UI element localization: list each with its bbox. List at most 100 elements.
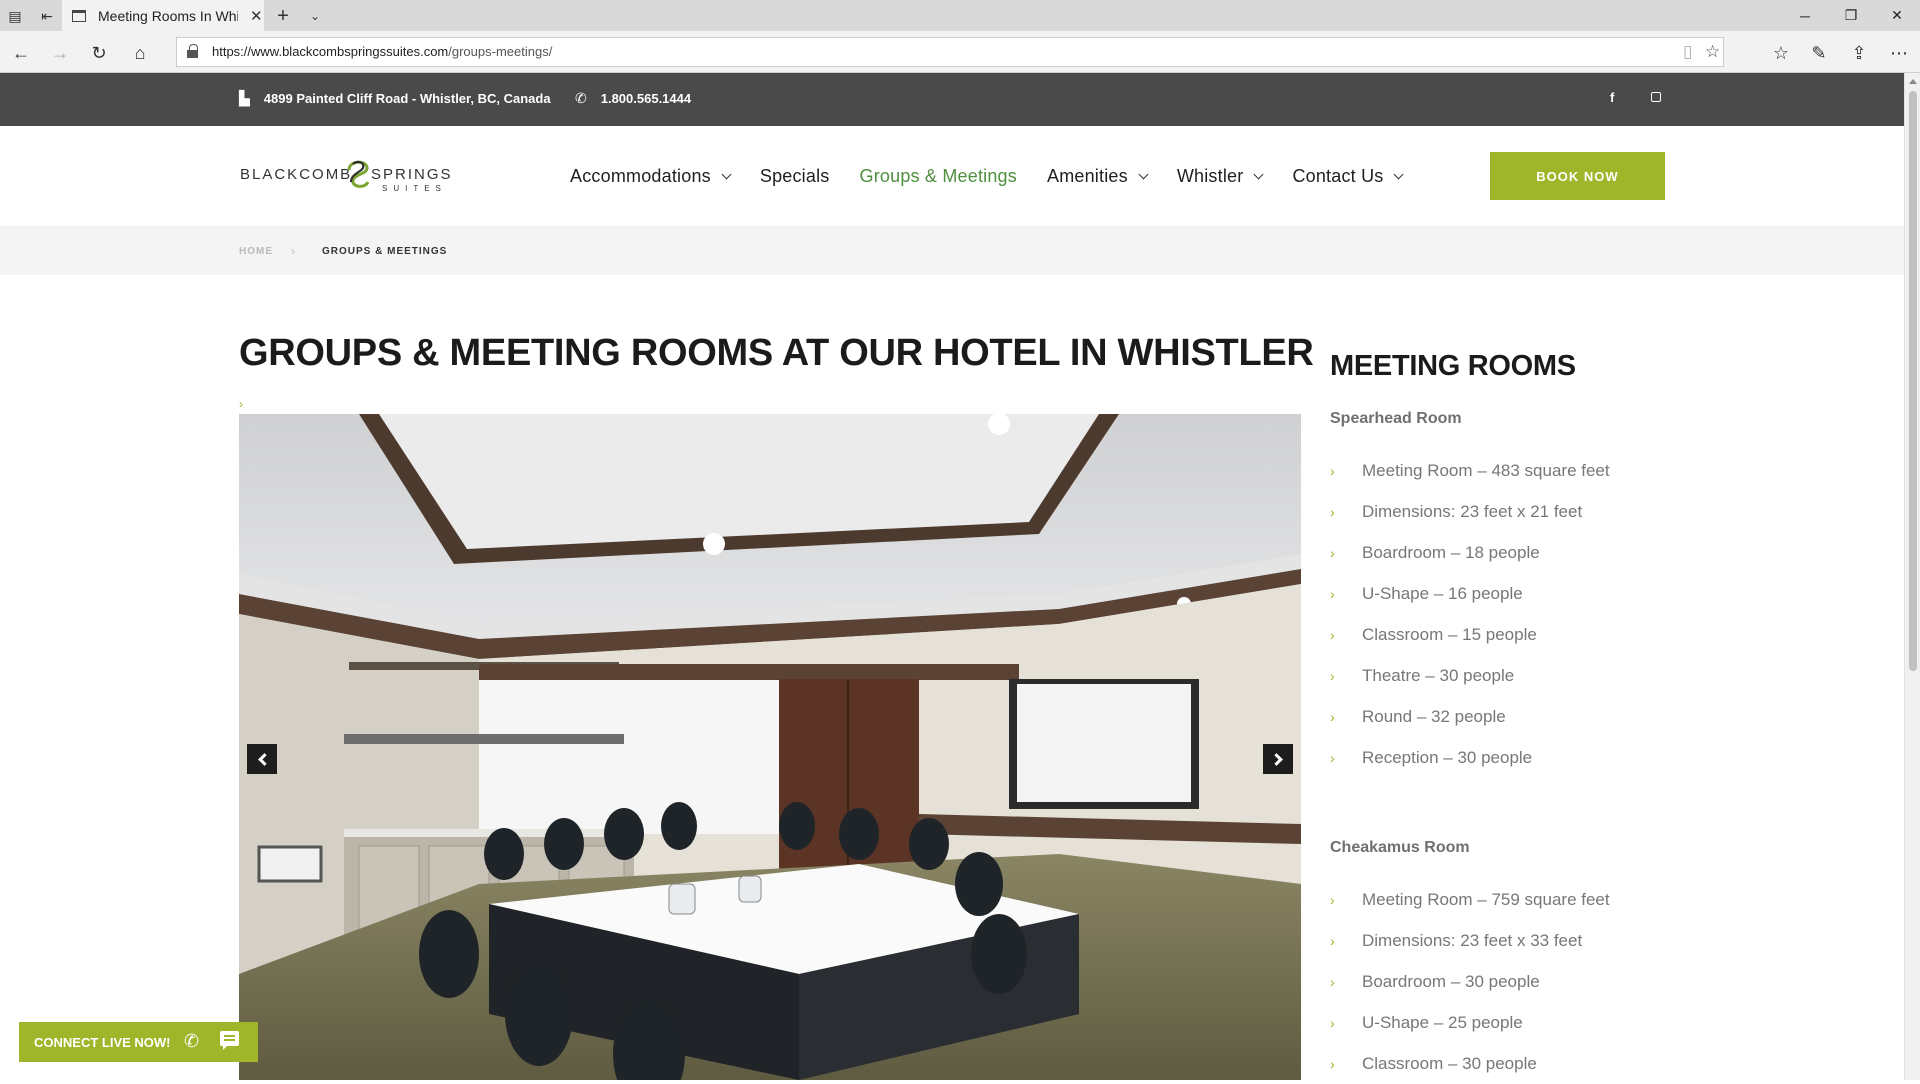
chevron-right-icon: ›: [1330, 932, 1335, 949]
chevron-right-icon: ›: [1330, 1014, 1335, 1031]
logo-word-springs: SPRINGS: [371, 166, 453, 183]
list-item: › Meeting Room – 483 square feet: [1330, 460, 1610, 480]
close-tab-icon[interactable]: ✕: [250, 7, 263, 25]
chevron-right-icon: [1269, 752, 1283, 766]
refresh-icon[interactable]: ↻: [86, 40, 112, 66]
chevron-right-icon: ›: [1330, 503, 1335, 520]
slider-prev-button[interactable]: [247, 744, 277, 774]
minimize-icon[interactable]: ─: [1782, 0, 1828, 31]
scrollbar-thumb[interactable]: [1909, 91, 1917, 671]
list-item: › Dimensions: 23 feet x 21 feet: [1330, 501, 1583, 521]
logo-word-suites: SUITES: [382, 184, 447, 193]
breadcrumb-separator-icon: ›: [291, 244, 295, 258]
list-item: › Reception – 30 people: [1330, 747, 1533, 767]
site-top-bar: ▙ 4899 Painted Cliff Road - Whistler, BC…: [0, 73, 1904, 126]
map-icon: ▙: [239, 90, 250, 106]
more-icon[interactable]: ⋯: [1886, 40, 1912, 66]
breadcrumb-current: GROUPS & MEETINGS: [322, 246, 448, 257]
tabs-aside-icon[interactable]: ⇤: [36, 5, 58, 27]
list-item: › U-Shape – 25 people: [1330, 1012, 1523, 1032]
browser-tab[interactable]: Meeting Rooms In Whistler ✕: [62, 0, 264, 31]
meeting-rooms-heading: MEETING ROOMS: [1330, 350, 1576, 382]
page-scrollbar[interactable]: [1904, 73, 1920, 1080]
slider-next-button[interactable]: [1263, 744, 1293, 774]
nav-whistler[interactable]: Whistler: [1177, 166, 1264, 187]
window-close-icon[interactable]: ✕: [1874, 0, 1920, 31]
facebook-icon: f: [1610, 90, 1615, 105]
home-icon[interactable]: ⌂: [127, 40, 153, 66]
chevron-left-icon: [257, 752, 271, 766]
chevron-down-icon: [1394, 169, 1404, 180]
phone-icon: ✆: [575, 90, 587, 106]
site-header: BLACKCOMB SPRINGS SUITES Accommodations …: [0, 126, 1904, 226]
new-tab-icon[interactable]: +: [272, 5, 294, 27]
chevron-right-icon: ›: [1330, 585, 1335, 602]
list-item: › Boardroom – 30 people: [1330, 971, 1540, 991]
chevron-right-icon: ›: [1330, 749, 1335, 766]
logo-word-blackcomb: BLACKCOMB: [240, 166, 353, 183]
share-icon[interactable]: ⇪: [1846, 40, 1872, 66]
main-nav: Accommodations Specials Groups & Meeting…: [570, 166, 1432, 187]
chevron-right-icon: ›: [239, 397, 243, 411]
chevron-down-icon: [721, 169, 732, 180]
chat-icon[interactable]: [220, 1031, 239, 1050]
room-name-spearhead: Spearhead Room: [1330, 410, 1462, 427]
connect-live-label: CONNECT LIVE NOW!: [34, 1034, 171, 1050]
list-item: › Theatre – 30 people: [1330, 665, 1515, 685]
chevron-right-icon: ›: [1330, 973, 1335, 990]
room-name-cheakamus: Cheakamus Room: [1330, 839, 1470, 856]
favorites-hub-icon[interactable]: ☆: [1768, 40, 1794, 66]
phone-info[interactable]: ✆ 1.800.565.1444: [575, 90, 691, 107]
url-text: https://www.blackcombspringssuites.com/g…: [212, 44, 553, 59]
room-details-spearhead: › Meeting Room – 483 square feet › Dimensi…: [1330, 450, 1610, 778]
chevron-down-icon: [1138, 169, 1149, 180]
book-now-button[interactable]: BOOK NOW: [1490, 152, 1665, 200]
phone-icon[interactable]: ✆: [184, 1031, 199, 1052]
breadcrumb-home[interactable]: HOME: [239, 246, 273, 257]
page-title: GROUPS & MEETING ROOMS AT OUR HOTEL IN W…: [239, 332, 1314, 374]
chevron-down-icon: [1253, 169, 1264, 180]
chevron-right-icon: ›: [1330, 1055, 1335, 1072]
room-details-cheakamus: › Meeting Room – 759 square feet › Dimensi…: [1330, 879, 1610, 1084]
address-info: ▙ 4899 Painted Cliff Road - Whistler, BC…: [239, 90, 551, 107]
page-icon: [72, 9, 86, 22]
scroll-up-arrow-icon[interactable]: [1909, 79, 1917, 84]
address-text: 4899 Painted Cliff Road - Whistler, BC, …: [263, 91, 551, 106]
connect-live-widget[interactable]: CONNECT LIVE NOW! ✆: [19, 1022, 258, 1062]
list-item: › Boardroom – 18 people: [1330, 542, 1540, 562]
restore-icon[interactable]: ❐: [1828, 0, 1874, 31]
phone-text: 1.800.565.1444: [600, 91, 692, 106]
chevron-right-icon: ›: [1330, 891, 1335, 908]
forward-icon[interactable]: →: [47, 40, 73, 66]
nav-amenities[interactable]: Amenities: [1047, 166, 1149, 187]
nav-groups-meetings[interactable]: Groups & Meetings: [860, 166, 1017, 187]
lock-icon: [187, 44, 198, 58]
url-field[interactable]: https://www.blackcombspringssuites.com/g…: [176, 37, 1724, 67]
nav-contact-us[interactable]: Contact Us: [1292, 166, 1404, 187]
web-note-icon[interactable]: ✎: [1806, 40, 1832, 66]
chevron-right-icon: ›: [1330, 708, 1335, 725]
nav-specials[interactable]: Specials: [760, 166, 830, 187]
address-bar-row: ← → ↻ ⌂ https://www.blackcombspringssuit…: [0, 31, 1920, 73]
list-item: › Meeting Room – 759 square feet: [1330, 889, 1610, 909]
chevron-right-icon: ›: [1330, 626, 1335, 643]
reading-view-icon[interactable]: ▯: [1683, 42, 1692, 62]
instagram-link[interactable]: [1651, 92, 1661, 102]
tab-list-chevron-icon[interactable]: ⌄: [304, 5, 326, 27]
meeting-room-photo: [239, 414, 1301, 1080]
tab-title: Meeting Rooms In Whistler: [98, 7, 238, 24]
chevron-right-icon: ›: [1330, 462, 1335, 479]
facebook-link[interactable]: f: [1610, 90, 1614, 105]
breadcrumb: HOME › GROUPS & MEETINGS: [0, 226, 1904, 275]
list-item: › U-Shape – 16 people: [1330, 583, 1523, 603]
instagram-icon: [1651, 92, 1661, 102]
nav-accommodations[interactable]: Accommodations: [570, 166, 732, 187]
chevron-right-icon: ›: [1330, 544, 1335, 561]
logo[interactable]: BLACKCOMB SPRINGS SUITES: [240, 156, 451, 196]
tab-manager-icon[interactable]: ▤: [4, 5, 26, 27]
list-item: › Round – 32 people: [1330, 706, 1506, 726]
back-icon[interactable]: ←: [8, 40, 34, 66]
meeting-room-photo-slider[interactable]: [239, 414, 1301, 1080]
browser-tab-bar: ▤ ⇤ Meeting Rooms In Whistler ✕ + ⌄ ─ ❐ …: [0, 0, 1920, 31]
favorite-star-icon[interactable]: ☆: [1705, 42, 1720, 62]
